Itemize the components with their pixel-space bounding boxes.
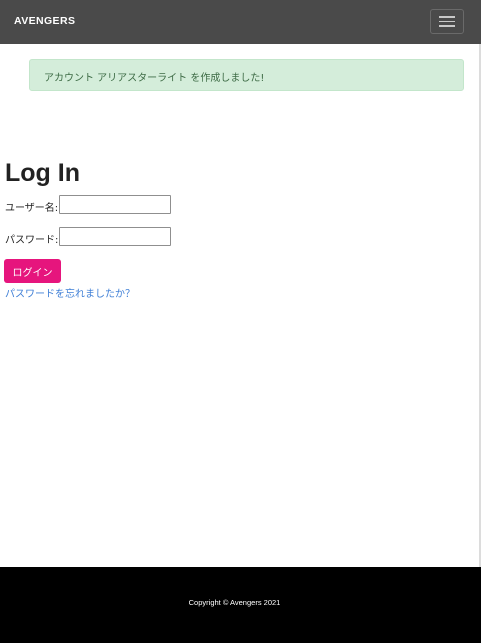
password-input[interactable] [59, 227, 171, 246]
navbar-toggler-button[interactable] [430, 9, 464, 34]
hamburger-menu-icon [439, 16, 455, 27]
navbar: AVENGERS [0, 0, 481, 44]
page: AVENGERS アカウント アリアスターライト を作成しました! Log In… [0, 0, 481, 643]
password-label: パスワード: [5, 235, 59, 246]
footer: Copyright © Avengers 2021 [0, 567, 481, 643]
page-title: Log In [5, 159, 80, 187]
copyright-text: Copyright © Avengers 2021 [188, 598, 281, 607]
username-input[interactable] [59, 195, 171, 214]
login-button[interactable]: ログイン [4, 259, 61, 283]
success-alert: アカウント アリアスターライト を作成しました! [29, 59, 464, 91]
alert-message: アカウント アリアスターライト を作成しました! [44, 73, 265, 84]
brand-logo[interactable]: AVENGERS [14, 15, 75, 27]
username-label: ユーザー名: [5, 203, 59, 214]
forgot-password-link[interactable]: パスワードを忘れましたか？ [5, 285, 135, 300]
